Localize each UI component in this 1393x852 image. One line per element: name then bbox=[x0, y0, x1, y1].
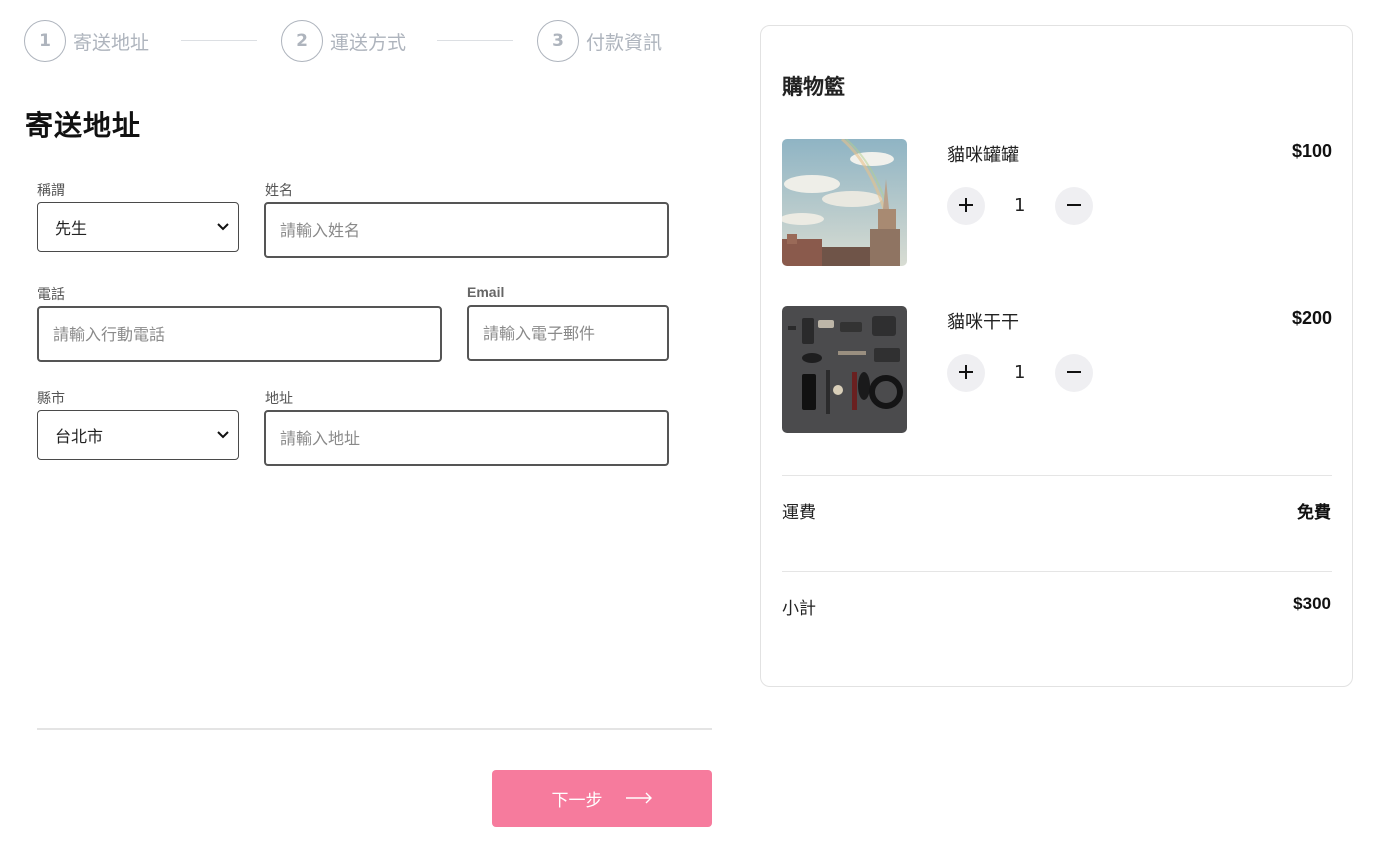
name-input[interactable] bbox=[264, 202, 669, 258]
cart-item: 貓咪干干 $200 1 bbox=[782, 306, 1332, 434]
phone-input[interactable] bbox=[37, 306, 442, 362]
step-label: 付款資訊 bbox=[586, 31, 663, 54]
step-label: 運送方式 bbox=[330, 31, 407, 54]
product-image bbox=[782, 139, 907, 266]
cart-title: 購物籃 bbox=[782, 75, 845, 99]
salutation-value: 先生 bbox=[55, 219, 88, 238]
cart-panel: 購物籃 貓咪罐罐 $100 1 貓咪干干 $200 1 運費 免費 小計 $30… bbox=[760, 25, 1353, 687]
shipping-label: 運費 bbox=[782, 503, 816, 523]
email-label: Email bbox=[467, 284, 505, 300]
plus-icon bbox=[958, 193, 974, 219]
increase-qty-button[interactable] bbox=[947, 187, 985, 225]
minus-icon bbox=[1066, 360, 1082, 386]
email-input[interactable] bbox=[467, 305, 669, 361]
step-address: 1 寄送地址 bbox=[24, 20, 149, 62]
cart-item: 貓咪罐罐 $100 1 bbox=[782, 139, 1332, 267]
chevron-down-icon bbox=[216, 222, 230, 232]
phone-label: 電話 bbox=[37, 287, 65, 303]
step-payment: 3 付款資訊 bbox=[537, 20, 662, 62]
address-input[interactable] bbox=[264, 410, 669, 466]
chevron-down-icon bbox=[216, 430, 230, 440]
minus-icon bbox=[1066, 193, 1082, 219]
arrow-right-icon bbox=[625, 789, 653, 809]
step-number: 2 bbox=[281, 20, 323, 62]
checkout-stepper: 1 寄送地址 2 運送方式 3 付款資訊 bbox=[24, 20, 674, 62]
increase-qty-button[interactable] bbox=[947, 354, 985, 392]
quantity-value: 1 bbox=[1014, 195, 1026, 216]
product-price: $200 bbox=[1291, 308, 1332, 328]
next-step-button[interactable]: 下一步 bbox=[492, 770, 712, 827]
step-number: 3 bbox=[537, 20, 579, 62]
product-name: 貓咪干干 bbox=[947, 312, 1019, 333]
page-title: 寄送地址 bbox=[25, 109, 142, 142]
product-image bbox=[782, 306, 907, 433]
address-label: 地址 bbox=[265, 391, 293, 407]
name-label: 姓名 bbox=[265, 183, 293, 199]
product-price: $100 bbox=[1291, 141, 1332, 161]
decrease-qty-button[interactable] bbox=[1055, 187, 1093, 225]
cart-divider bbox=[782, 571, 1332, 572]
cart-divider bbox=[782, 475, 1332, 476]
subtotal-label: 小計 bbox=[782, 599, 816, 619]
quantity-value: 1 bbox=[1014, 362, 1026, 383]
city-label: 縣市 bbox=[37, 391, 65, 407]
salutation-select[interactable]: 先生 bbox=[37, 202, 239, 252]
city-select[interactable]: 台北市 bbox=[37, 410, 239, 460]
step-shipping: 2 運送方式 bbox=[281, 20, 406, 62]
city-value: 台北市 bbox=[55, 427, 104, 446]
salutation-label: 稱謂 bbox=[37, 183, 65, 199]
step-connector bbox=[437, 40, 513, 41]
shipping-value: 免費 bbox=[1297, 503, 1331, 523]
decrease-qty-button[interactable] bbox=[1055, 354, 1093, 392]
step-number: 1 bbox=[24, 20, 66, 62]
form-divider bbox=[37, 728, 712, 730]
product-name: 貓咪罐罐 bbox=[947, 145, 1019, 166]
step-label: 寄送地址 bbox=[73, 31, 150, 54]
subtotal-value: $300 bbox=[1293, 594, 1331, 613]
step-connector bbox=[181, 40, 257, 41]
plus-icon bbox=[958, 360, 974, 386]
next-step-label: 下一步 bbox=[551, 791, 603, 810]
